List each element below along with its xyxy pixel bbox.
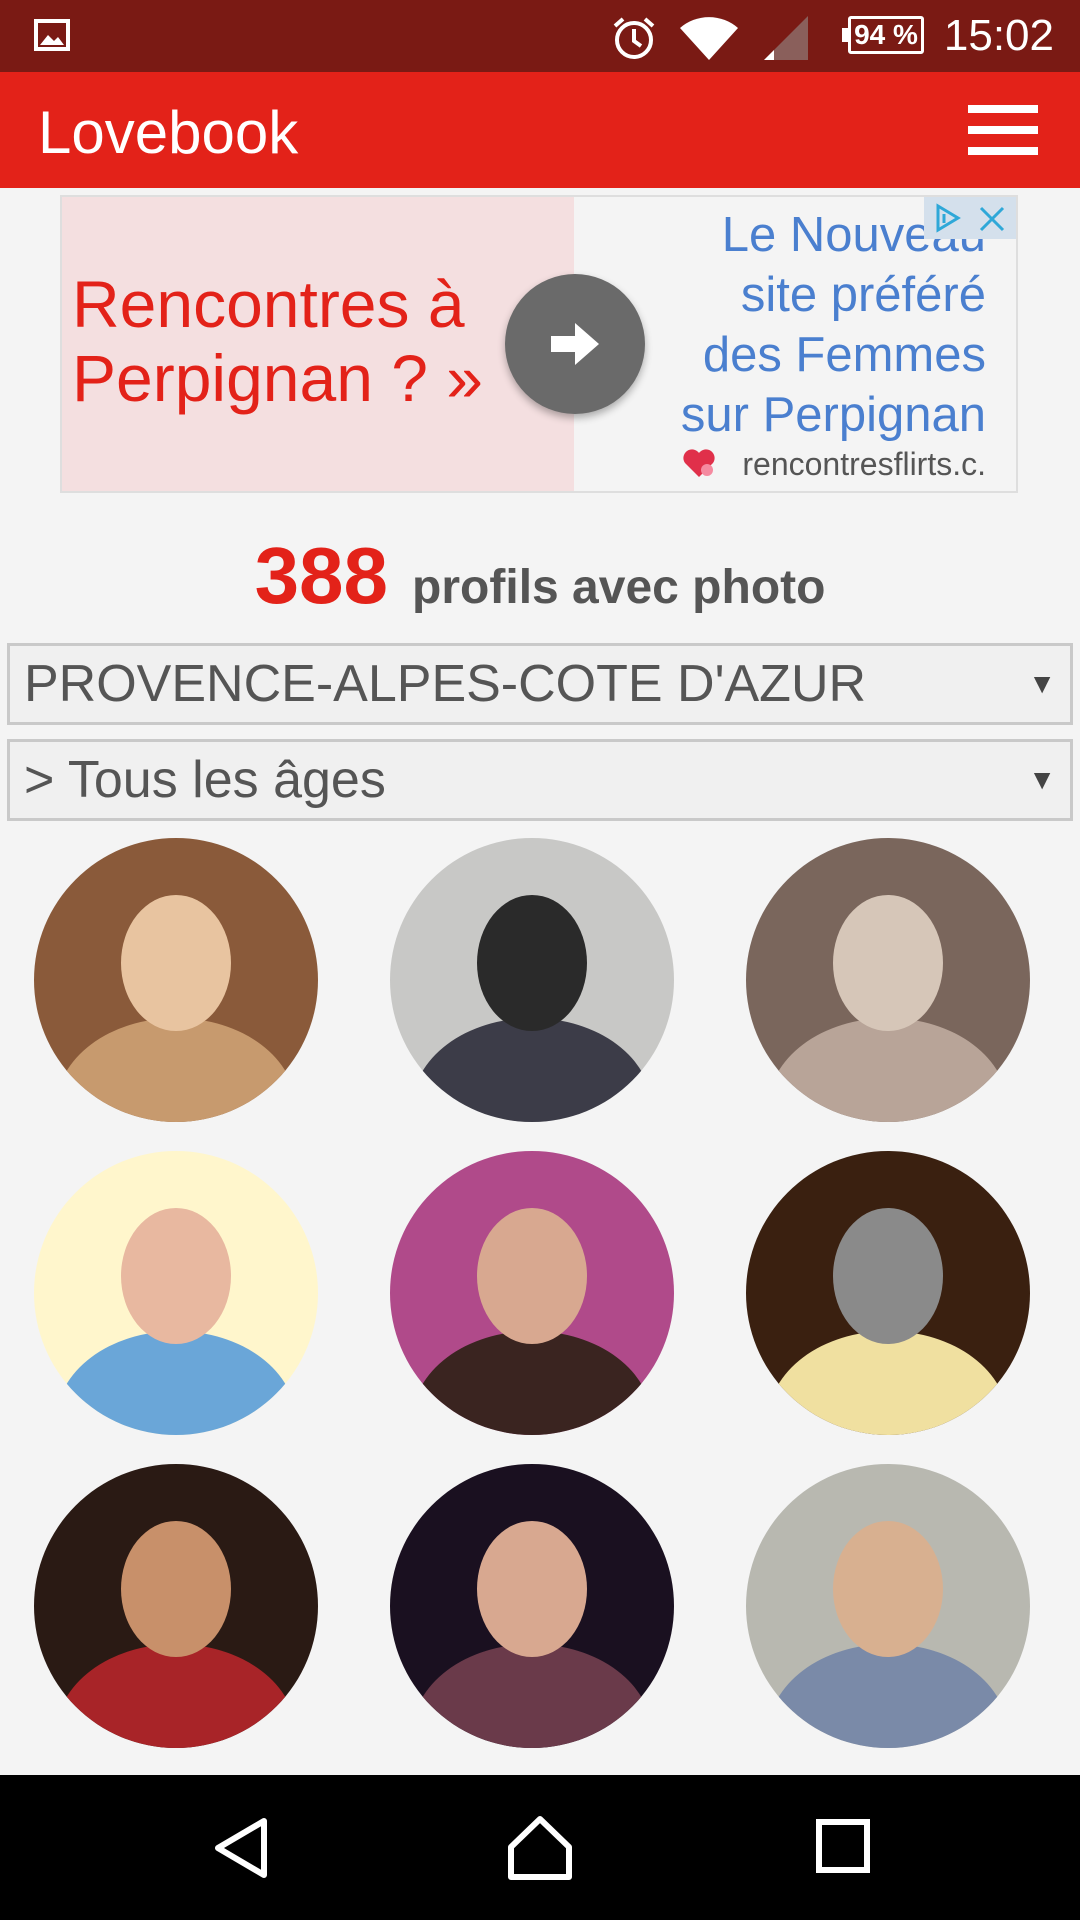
adchoices-icon[interactable] [932,203,962,238]
ad-description: Le Nouveau site préféré des Femmes sur P… [646,205,986,445]
profile-photo-image [34,838,318,1122]
profile-photo[interactable] [34,1151,318,1435]
profile-photo[interactable] [34,838,318,1122]
region-select[interactable]: PROVENCE-ALPES-COTE D'AZUR ▼ [7,643,1073,725]
profile-count-number: 388 [254,531,389,620]
hamburger-menu-icon[interactable] [968,105,1038,155]
ad-text-line: sur Perpignan [680,388,986,442]
ad-text-line: des Femmes [702,328,986,382]
ad-text-line: site préféré [740,268,986,322]
clock: 15:02 [943,11,1054,60]
dropdown-caret-icon: ▼ [1028,668,1056,699]
profile-photo[interactable] [746,838,1030,1122]
profile-count: 388 profils avec photo [0,530,1080,622]
ad-headline: Rencontres à Perpignan ? » [72,267,552,415]
profile-photo-image [746,1464,1030,1748]
ad-headline-line: Perpignan ? » [72,341,483,415]
profile-photo-image [390,1464,674,1748]
arrow-right-icon [551,323,599,365]
ad-arrow-button[interactable] [505,274,645,414]
battery-indicator: 94 % [842,16,924,54]
close-icon[interactable] [978,205,1006,238]
region-select-value: PROVENCE-ALPES-COTE D'AZUR [24,655,867,713]
gallery-icon [34,17,70,58]
profile-photo-image [390,838,674,1122]
ad-left-panel: Rencontres à Perpignan ? » [62,197,574,491]
app-title: Lovebook [38,99,299,166]
profile-photo-image [746,838,1030,1122]
back-icon[interactable] [208,1813,278,1888]
profile-photo-image [34,1464,318,1748]
age-select-value: > Tous les âges [24,751,386,809]
adchoices-bar[interactable] [924,197,1016,239]
signal-icon [760,14,810,67]
profile-photo-image [34,1151,318,1435]
profile-photo[interactable] [390,838,674,1122]
profile-photo[interactable] [390,1151,674,1435]
ad-banner[interactable]: Rencontres à Perpignan ? » Le Nouveau si… [60,195,1018,493]
recents-icon[interactable] [810,1813,880,1888]
wifi-icon [678,14,740,67]
profile-photo[interactable] [390,1464,674,1748]
home-icon[interactable] [505,1813,575,1888]
app-bar: Lovebook [0,72,1080,188]
status-bar: 94 % 15:02 [0,0,1080,72]
profile-photo-image [390,1151,674,1435]
alarm-icon [610,14,658,67]
age-select[interactable]: > Tous les âges ▼ [7,739,1073,821]
ad-url[interactable]: rencontresflirts.c. [742,444,986,484]
profile-photo[interactable] [34,1464,318,1748]
profile-photo[interactable] [746,1464,1030,1748]
profile-photo-image [746,1151,1030,1435]
dropdown-caret-icon: ▼ [1028,764,1056,795]
profile-count-label: profils avec photo [412,561,826,614]
navigation-bar [0,1775,1080,1920]
heart-icon [682,447,716,484]
ad-headline-line: Rencontres à [72,267,465,341]
profile-photo[interactable] [746,1151,1030,1435]
